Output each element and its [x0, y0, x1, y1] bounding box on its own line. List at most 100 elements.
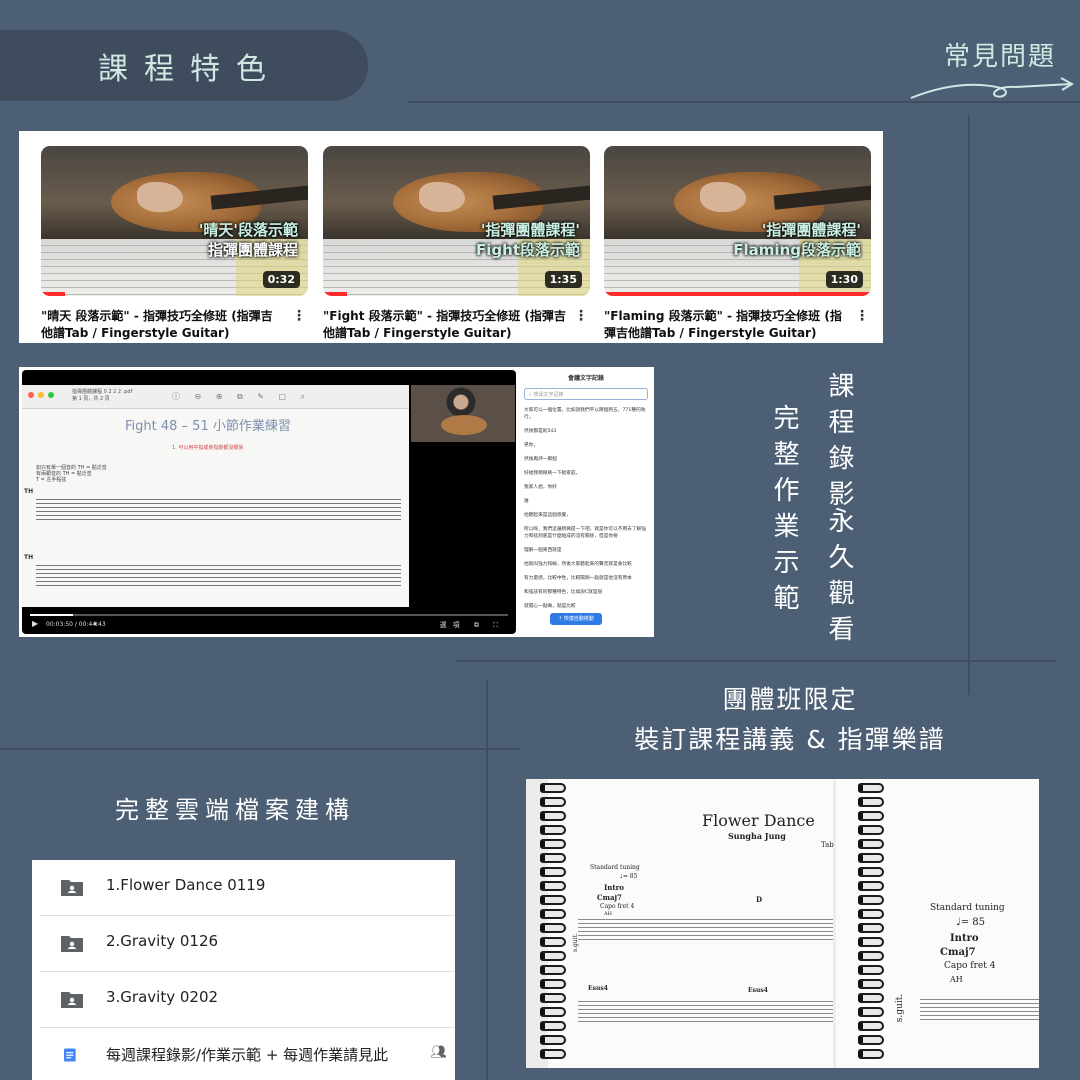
tab-staff	[36, 565, 401, 586]
caption-line: '晴天'段落示範	[198, 221, 298, 239]
drive-file-row[interactable]: 每週課程錄影/作業示範 + 每週作業請見此 👥︎	[40, 1028, 455, 1080]
transcript-search-input[interactable]: ⌕ 搜尋文字記錄	[524, 388, 648, 400]
staff-line	[578, 927, 833, 928]
staff-line	[578, 1013, 833, 1014]
transcript-line[interactable]: 他就叫強力和線，然後大家聽起來的聲音就是會比較	[524, 561, 648, 568]
video-grid: '晴天'段落示範 指彈團體課程 0:32 "晴天 段落示範" - 指彈技巧全修班…	[19, 131, 883, 343]
transcript-line[interactable]: 有力量感，比較中性，比較陽剛一點就是他沒有原本	[524, 575, 648, 582]
transcript-line[interactable]: 理解一個東西就是	[524, 547, 648, 554]
video-item[interactable]: '指彈團體課程' Fight段落示範 1:35 "Fight 段落示範" - 指…	[323, 146, 590, 342]
score-chord: Esus4	[588, 985, 608, 992]
score-capo: Capo fret 4	[944, 961, 996, 971]
resume-label[interactable]: 恢復自動捲動	[564, 616, 594, 622]
score-tempo: ♩= 85	[620, 873, 638, 880]
faq-link[interactable]: 常見問題	[944, 36, 1056, 73]
volume-icon[interactable]: 🔈︎	[94, 619, 99, 629]
watch-progress	[41, 292, 66, 296]
group-class-feature: 團體班限定 裝訂課程講義 & 指彈樂譜	[560, 680, 1020, 760]
video-title[interactable]: "Flaming 段落示範" - 指彈技巧全修班 (指彈吉他譜Tab / Fin…	[604, 308, 871, 342]
transcript-line[interactable]: 然後再評一兩個	[524, 456, 648, 463]
drive-file-row[interactable]: 3.Gravity 0202	[40, 972, 455, 1028]
spiral-binding	[858, 783, 888, 1068]
transcript-line[interactable]: 好給我稍微刷一下給家庭，	[524, 470, 648, 477]
spiral-ring	[540, 951, 566, 961]
group-feature-line: 裝訂課程講義 & 指彈樂譜	[634, 725, 946, 754]
resume-autoscroll-button[interactable]: ⇡ 恢復自動捲動	[550, 613, 602, 625]
spiral-ring	[540, 993, 566, 1003]
spiral-ring	[540, 937, 566, 947]
spiral-ring	[540, 1021, 566, 1031]
more-options-icon[interactable]: ⋮	[574, 308, 588, 325]
hand-image	[700, 182, 746, 212]
more-options-icon[interactable]: ⋮	[292, 308, 306, 325]
spiral-ring	[540, 965, 566, 975]
file-name[interactable]: 2.Gravity 0126	[106, 932, 218, 950]
drive-file-row[interactable]: 2.Gravity 0126	[40, 916, 455, 972]
shared-folder-icon	[61, 936, 83, 952]
thumbnail-caption: '指彈團體課程' Flaming段落示範	[733, 220, 861, 260]
transcript-line[interactable]: 和弦該有的那種特色，比如說C就是很	[524, 589, 648, 596]
caption-line: '指彈團體課程'	[480, 221, 580, 239]
settings-label[interactable]: 選項	[440, 621, 466, 629]
recording-feature-col2: 課程錄影	[824, 372, 854, 516]
staff-line	[578, 935, 833, 936]
video-title[interactable]: "Fight 段落示範" - 指彈技巧全修班 (指彈吉他譜Tab / Finge…	[323, 308, 590, 342]
tab-label: TH	[24, 554, 34, 561]
recording-feature-col2b: 永久觀看	[824, 507, 854, 651]
spiral-ring	[858, 937, 884, 947]
file-name[interactable]: 每週課程錄影/作業示範 + 每週作業請見此	[106, 1044, 388, 1065]
spiral-ring	[858, 993, 884, 1003]
transcript-panel: 會議文字記錄 ⌕ 搜尋文字記錄 大家可以一個位置，比如說我們平以兩個到五，771…	[524, 373, 648, 610]
drive-file-row[interactable]: 1.Flower Dance 0119	[40, 860, 455, 916]
bound-score-photo: Flower Dance Sungha Jung Tab Standard tu…	[526, 779, 1039, 1068]
video-thumbnail[interactable]: '指彈團體課程' Flaming段落示範 1:30	[604, 146, 871, 296]
player-settings[interactable]: 選項 ⧉ ⛶	[440, 620, 504, 630]
homework-feature-col: 完整作業示範	[769, 404, 799, 620]
video-thumbnail[interactable]: '晴天'段落示範 指彈團體課程 0:32	[41, 146, 308, 296]
window-controls	[28, 392, 54, 398]
pdf-tool-icons[interactable]: ⓘ ⊖ ⊕ ⧉ ✎ ▢ ⌕	[172, 391, 311, 402]
spiral-ring	[858, 797, 884, 807]
transcript-line[interactable]: 然後都是則543	[524, 428, 648, 435]
webcam-feed	[411, 385, 515, 442]
maximize-window-icon	[48, 392, 54, 398]
video-title-text[interactable]: "Flaming 段落示範" - 指彈技巧全修班 (指彈吉他譜Tab / Fin…	[604, 309, 842, 340]
drive-file-list: 1.Flower Dance 0119 2.Gravity 0126 3.Gra…	[32, 860, 455, 1080]
more-options-icon[interactable]: ⋮	[855, 308, 869, 325]
transcript-line[interactable]: 就開心一點嘛，就是比較	[524, 603, 648, 610]
video-item[interactable]: '指彈團體課程' Flaming段落示範 1:30 "Flaming 段落示範"…	[604, 146, 871, 342]
staff-line	[578, 1005, 833, 1006]
spiral-ring	[858, 895, 884, 905]
spiral-binding	[540, 783, 570, 1068]
transcript-line[interactable]: 我家人想，你好	[524, 484, 648, 491]
pdf-viewer: 指彈團體課程 0 2 2 2 .pdf 第 1 頁，共 2 頁 ⓘ ⊖ ⊕ ⧉ …	[22, 385, 409, 607]
score-chord: Cmaj7	[597, 893, 622, 902]
staff-line	[578, 931, 833, 932]
spiral-ring	[540, 895, 566, 905]
caption-line: '指彈團體課程'	[761, 221, 861, 239]
file-name[interactable]: 3.Gravity 0202	[106, 988, 218, 1006]
hand-image	[419, 182, 465, 212]
seek-bar[interactable]	[30, 614, 508, 616]
cloud-files-title: 完整雲端檔案建構	[115, 796, 355, 824]
video-item[interactable]: '晴天'段落示範 指彈團體課程 0:32 "晴天 段落示範" - 指彈技巧全修班…	[41, 146, 308, 342]
score-capo: Capo fret 4	[600, 903, 635, 910]
video-thumbnail[interactable]: '指彈團體課程' Fight段落示範 1:35	[323, 146, 590, 296]
score-tab-label: Tab	[821, 841, 834, 849]
file-name[interactable]: 1.Flower Dance 0119	[106, 876, 265, 894]
play-icon[interactable]: ▶	[32, 619, 38, 628]
spiral-ring	[858, 979, 884, 989]
transcript-line[interactable]: 大家可以一個位置，比如說我們平以兩個到五，771種的執行，	[524, 407, 648, 421]
pdf-page-count: 第 1 頁，共 2 頁	[72, 396, 110, 402]
transcript-line[interactable]: 他聽起來是這個感覺，	[524, 512, 648, 519]
transcript-line[interactable]: 誰	[524, 498, 648, 505]
video-title-text[interactable]: "晴天 段落示範" - 指彈技巧全修班 (指彈吉他譜Tab / Fingerst…	[41, 309, 273, 340]
video-title-text[interactable]: "Fight 段落示範" - 指彈技巧全修班 (指彈吉他譜Tab / Finge…	[323, 309, 566, 340]
pdf-note: 如只有單一個音的 TH = 點泛音 有兩顆音的 TH = 點泛音 T = 左手點…	[36, 465, 409, 483]
spiral-ring	[540, 881, 566, 891]
transcript-line[interactable]: 晃你，	[524, 442, 648, 449]
video-title[interactable]: "晴天 段落示範" - 指彈技巧全修班 (指彈吉他譜Tab / Fingerst…	[41, 308, 308, 342]
transcript-line[interactable]: 所以呢，我們這邊稍微提一下吧，就是你可以不用去了解強力和弦到底是什麼組成的沒有關…	[524, 526, 648, 540]
spiral-ring	[858, 825, 884, 835]
guitar-image	[441, 415, 487, 435]
